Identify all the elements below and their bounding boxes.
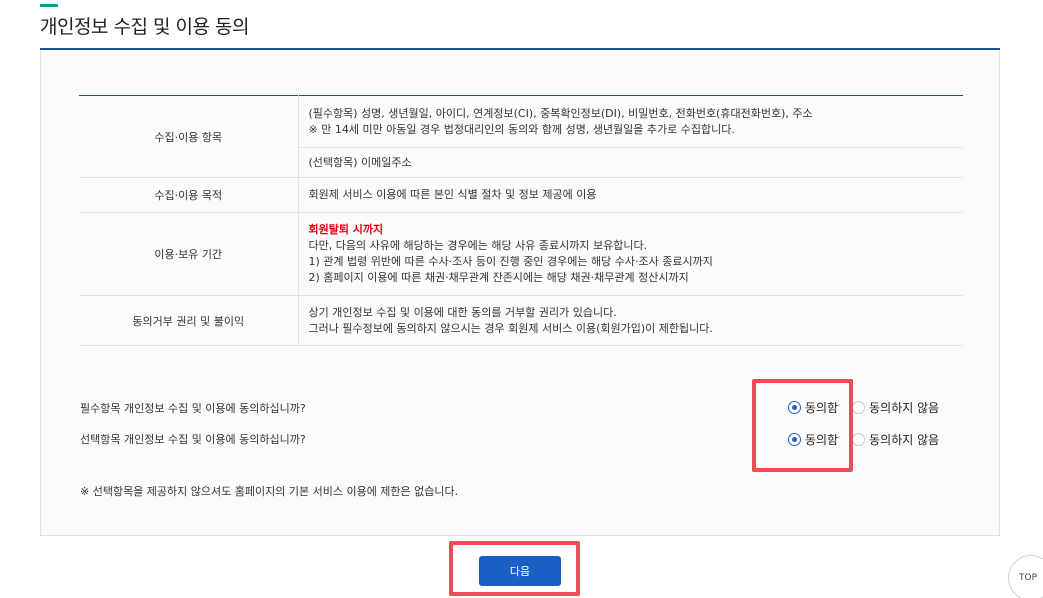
purpose-text: 회원제 서비스 이용에 따른 본인 식별 절차 및 정보 제공에 이용 xyxy=(308,188,597,201)
scroll-top-button[interactable]: TOP xyxy=(1008,555,1043,598)
required-items-text: (필수항목) 성명, 생년월일, 아이디, 연계정보(CI), 중복확인정보(D… xyxy=(308,106,813,120)
title-accent-bar xyxy=(40,4,58,7)
optional-items-cell: (선택항목) 이메일주소 xyxy=(298,147,963,178)
row-label-refusal: 동의거부 권리 및 불이익 xyxy=(79,295,299,346)
optional-agree-radio[interactable] xyxy=(788,433,801,446)
required-consent-question: 필수항목 개인정보 수집 및 이용에 동의하십니까? xyxy=(80,402,306,415)
optional-items-text: (선택항목) 이메일주소 xyxy=(308,155,412,169)
required-disagree-radio[interactable] xyxy=(852,401,866,414)
refusal-text-1: 상기 개인정보 수집 및 이용에 대한 동의를 거부할 권리가 있습니다. xyxy=(308,305,617,319)
retention-text-3: 2) 홈페이지 이용에 따른 채권·채무관계 잔존시에는 해당 채권·채무관계 … xyxy=(308,271,689,284)
required-consent-options: 동의함 동의하지 않음 xyxy=(788,399,939,416)
row-label-collection-items: 수집·이용 항목 xyxy=(79,95,299,178)
row-label-purpose: 수집·이용 목적 xyxy=(79,177,299,213)
optional-items-notice: ※ 선택항목을 제공하지 않으셔도 홈페이지의 기본 서비스 이용에 제한은 없… xyxy=(80,485,459,498)
privacy-info-table: 수집·이용 항목 (필수항목) 성명, 생년월일, 아이디, 연계정보(CI),… xyxy=(79,95,963,346)
table-row: 이용·보유 기간 회원탈퇴 시까지 다만, 다음의 사유에 해당하는 경우에는 … xyxy=(79,212,963,296)
next-button[interactable]: 다음 xyxy=(479,556,561,586)
page-title: 개인정보 수집 및 이용 동의 xyxy=(40,16,249,38)
retention-text-2: 1) 관계 법령 위반에 따른 수사·조사 등이 진행 중인 경우에는 해당 수… xyxy=(308,255,713,268)
required-agree-radio[interactable] xyxy=(788,401,801,414)
optional-disagree-radio[interactable] xyxy=(852,433,866,446)
retention-cell: 회원탈퇴 시까지 다만, 다음의 사유에 해당하는 경우에는 해당 사유 종료시… xyxy=(298,212,963,296)
table-row: 수집·이용 목적 회원제 서비스 이용에 따른 본인 식별 절차 및 정보 제공… xyxy=(79,177,963,213)
table-row: 동의거부 권리 및 불이익 상기 개인정보 수집 및 이용에 대한 동의를 거부… xyxy=(79,295,963,346)
optional-agree-label[interactable]: 동의함 xyxy=(805,431,838,448)
required-agree-label[interactable]: 동의함 xyxy=(805,399,838,416)
minor-notice-text: ※ 만 14세 미만 아동일 경우 법정대리인의 동의와 함께 성명, 생년월일… xyxy=(308,122,735,136)
required-items-cell: (필수항목) 성명, 생년월일, 아이디, 연계정보(CI), 중복확인정보(D… xyxy=(298,95,963,148)
refusal-cell: 상기 개인정보 수집 및 이용에 대한 동의를 거부할 권리가 있습니다. 그러… xyxy=(298,295,963,346)
optional-disagree-label[interactable]: 동의하지 않음 xyxy=(869,431,939,448)
required-disagree-label[interactable]: 동의하지 않음 xyxy=(869,399,939,416)
consent-panel: 수집·이용 항목 (필수항목) 성명, 생년월일, 아이디, 연계정보(CI),… xyxy=(40,50,1000,536)
table-row: 수집·이용 항목 (필수항목) 성명, 생년월일, 아이디, 연계정보(CI),… xyxy=(79,95,963,178)
retention-highlight: 회원탈퇴 시까지 xyxy=(308,223,384,236)
optional-consent-question: 선택항목 개인정보 수집 및 이용에 동의하십니까? xyxy=(80,433,306,446)
optional-consent-options: 동의함 동의하지 않음 xyxy=(788,431,939,448)
refusal-text-2: 그러나 필수정보에 동의하지 않으시는 경우 회원제 서비스 이용(회원가입)이… xyxy=(308,321,713,335)
row-label-retention: 이용·보유 기간 xyxy=(79,212,299,296)
retention-text-1: 다만, 다음의 사유에 해당하는 경우에는 해당 사유 종료시까지 보유합니다. xyxy=(308,239,648,252)
purpose-cell: 회원제 서비스 이용에 따른 본인 식별 절차 및 정보 제공에 이용 xyxy=(298,177,963,213)
